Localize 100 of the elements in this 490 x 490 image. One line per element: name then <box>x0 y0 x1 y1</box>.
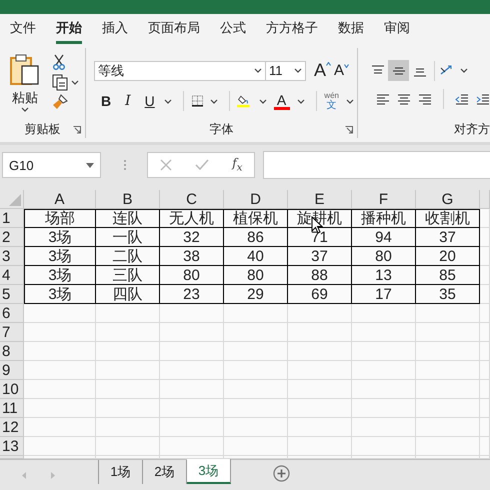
caret-icon[interactable] <box>71 80 79 84</box>
table-cell[interactable] <box>24 380 96 399</box>
menu-tab[interactable]: 页面布局 <box>148 14 200 44</box>
table-cell[interactable] <box>160 304 224 323</box>
table-cell[interactable]: 三队 <box>96 266 160 285</box>
font-size-dropdown[interactable]: 11 <box>266 60 306 80</box>
table-cell[interactable] <box>160 380 224 399</box>
table-cell[interactable]: 收割机 <box>416 209 480 228</box>
table-cell[interactable] <box>96 342 160 361</box>
table-cell[interactable] <box>96 304 160 323</box>
row-header[interactable]: 8 <box>0 342 24 361</box>
table-cell[interactable] <box>352 437 416 456</box>
table-cell[interactable]: 23 <box>160 285 224 304</box>
name-box[interactable]: G10 <box>2 152 101 178</box>
menu-tab[interactable]: 数据 <box>338 14 364 44</box>
table-cell[interactable] <box>24 342 96 361</box>
font-name-dropdown[interactable]: 等线 <box>94 60 266 80</box>
table-cell[interactable]: 连队 <box>96 209 160 228</box>
table-cell[interactable]: 3场 <box>24 285 96 304</box>
table-cell[interactable] <box>480 437 490 456</box>
table-cell[interactable] <box>480 247 490 266</box>
menu-tab[interactable]: 方方格子 <box>266 14 318 44</box>
table-cell[interactable] <box>288 437 352 456</box>
row-header[interactable]: 5 <box>0 285 24 304</box>
decrease-indent-icon[interactable] <box>455 92 469 106</box>
column-header[interactable] <box>480 190 490 209</box>
table-cell[interactable] <box>416 323 480 342</box>
bold-button[interactable]: B <box>99 93 114 109</box>
table-cell[interactable]: 80 <box>352 247 416 266</box>
table-cell[interactable] <box>160 418 224 437</box>
row-header[interactable]: 9 <box>0 361 24 380</box>
caret-icon[interactable] <box>258 98 267 104</box>
underline-button[interactable]: U <box>142 93 157 109</box>
dialog-launcher-icon[interactable] <box>345 126 353 134</box>
column-header[interactable]: F <box>352 190 416 209</box>
paintbrush-icon[interactable] <box>52 94 68 110</box>
row-header[interactable]: 3 <box>0 247 24 266</box>
table-cell[interactable] <box>224 380 288 399</box>
table-cell[interactable] <box>352 380 416 399</box>
row-header[interactable] <box>0 456 24 459</box>
scissors-icon[interactable] <box>52 54 66 70</box>
table-cell[interactable] <box>288 323 352 342</box>
table-cell[interactable] <box>480 228 490 247</box>
caret-icon[interactable] <box>346 98 354 104</box>
table-cell[interactable]: 86 <box>224 228 288 247</box>
caret-icon[interactable] <box>460 68 468 73</box>
paste-button[interactable]: 粘贴 <box>2 48 48 120</box>
table-cell[interactable] <box>480 304 490 323</box>
align-right-icon[interactable] <box>418 92 432 106</box>
table-cell[interactable] <box>480 266 490 285</box>
table-cell[interactable] <box>160 437 224 456</box>
table-cell[interactable] <box>352 418 416 437</box>
row-header[interactable]: 11 <box>0 399 24 418</box>
column-header[interactable]: E <box>288 190 352 209</box>
table-cell[interactable]: 88 <box>288 266 352 285</box>
table-cell[interactable] <box>224 437 288 456</box>
table-cell[interactable]: 3场 <box>24 228 96 247</box>
caret-icon[interactable] <box>254 68 262 73</box>
table-cell[interactable]: 无人机 <box>160 209 224 228</box>
table-cell[interactable]: 3场 <box>24 247 96 266</box>
table-cell[interactable] <box>352 304 416 323</box>
table-cell[interactable] <box>480 285 490 304</box>
table-cell[interactable] <box>160 323 224 342</box>
caret-icon[interactable] <box>294 68 302 73</box>
table-cell[interactable] <box>288 418 352 437</box>
row-header[interactable]: 6 <box>0 304 24 323</box>
table-cell[interactable] <box>24 304 96 323</box>
table-cell[interactable] <box>160 342 224 361</box>
caret-icon[interactable] <box>164 98 172 104</box>
table-cell[interactable] <box>96 399 160 418</box>
copy-icon[interactable] <box>52 74 68 90</box>
table-cell[interactable]: 3场 <box>24 266 96 285</box>
table-cell[interactable] <box>480 209 490 228</box>
add-sheet-icon[interactable] <box>273 465 290 482</box>
scroll-left-icon[interactable] <box>22 472 27 479</box>
dialog-launcher-icon[interactable] <box>73 126 81 134</box>
formula-input[interactable] <box>263 151 490 179</box>
table-cell[interactable] <box>96 437 160 456</box>
table-cell[interactable] <box>352 399 416 418</box>
table-cell[interactable]: 80 <box>160 266 224 285</box>
grow-font-button[interactable]: A <box>312 60 328 81</box>
table-cell[interactable] <box>480 418 490 437</box>
table-cell[interactable] <box>288 361 352 380</box>
align-center-icon[interactable] <box>397 92 411 106</box>
align-left-icon[interactable] <box>376 92 390 106</box>
table-cell[interactable]: 69 <box>288 285 352 304</box>
column-header[interactable]: A <box>24 190 96 209</box>
table-cell[interactable] <box>288 342 352 361</box>
table-cell[interactable] <box>160 361 224 380</box>
table-cell[interactable] <box>96 418 160 437</box>
table-cell[interactable] <box>480 323 490 342</box>
table-cell[interactable]: 40 <box>224 247 288 266</box>
row-header[interactable]: 10 <box>0 380 24 399</box>
row-header[interactable]: 4 <box>0 266 24 285</box>
table-cell[interactable] <box>416 304 480 323</box>
table-cell[interactable]: 37 <box>288 247 352 266</box>
fill-color-icon[interactable] <box>237 93 252 109</box>
table-cell[interactable] <box>416 342 480 361</box>
shrink-font-button[interactable]: A <box>332 62 346 79</box>
table-cell[interactable]: 80 <box>224 266 288 285</box>
